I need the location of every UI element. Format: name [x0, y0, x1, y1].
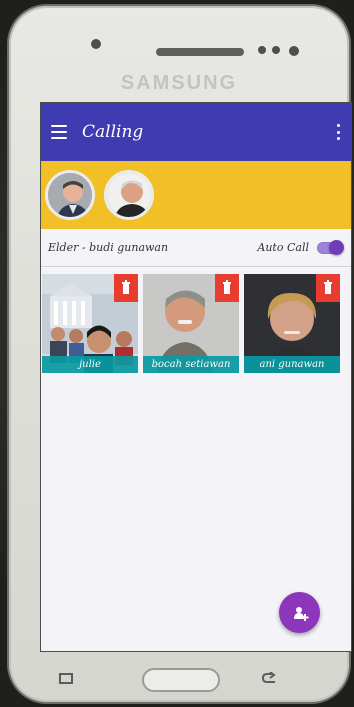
favorite-avatar[interactable] [104, 170, 154, 220]
home-button[interactable] [142, 668, 220, 692]
delete-button[interactable] [215, 274, 239, 302]
contact-card[interactable]: julie [42, 274, 138, 373]
auto-call-toggle[interactable] [317, 239, 344, 255]
contact-name: ani gunawan [244, 356, 340, 373]
contact-grid: julie bocah setiawan ani gunawan [41, 267, 351, 373]
auto-call-label: Auto Call [257, 241, 309, 254]
sensor-dot-icon [258, 46, 266, 54]
contact-card[interactable]: bocah setiawan [143, 274, 239, 373]
favorite-contacts-strip [41, 161, 351, 229]
add-contact-button[interactable] [279, 592, 320, 633]
more-vert-icon[interactable] [335, 124, 341, 140]
favorite-avatar[interactable] [45, 170, 95, 220]
hamburger-menu-icon[interactable] [51, 125, 67, 139]
scene: SAMSUNG Calling Elder - budi gunawan Aut… [0, 0, 354, 707]
contact-name: bocah setiawan [143, 356, 239, 373]
app-bar: Calling [41, 103, 351, 161]
add-contact-icon [293, 606, 308, 621]
speaker-grille [156, 48, 244, 56]
trash-icon [223, 280, 231, 294]
contact-card[interactable]: ani gunawan [244, 274, 340, 373]
elder-status-row: Elder - budi gunawan Auto Call [41, 229, 351, 267]
recent-apps-icon[interactable] [57, 672, 75, 686]
sensor-dot-icon [289, 46, 299, 56]
delete-button[interactable] [114, 274, 138, 302]
delete-button[interactable] [316, 274, 340, 302]
trash-icon [324, 280, 332, 294]
elder-label: Elder - budi gunawan [48, 241, 169, 254]
phone-frame: SAMSUNG Calling Elder - budi gunawan Aut… [9, 6, 352, 702]
app-title: Calling [82, 122, 144, 142]
trash-icon [122, 280, 130, 294]
contact-name: julie [42, 356, 138, 373]
sensor-dot-icon [272, 46, 280, 54]
device-brand: SAMSUNG [120, 72, 238, 94]
back-icon[interactable] [261, 672, 279, 686]
auto-call-control: Auto Call [257, 239, 344, 255]
app-screen: Calling Elder - budi gunawan Auto Call j… [40, 102, 352, 652]
front-camera-icon [91, 39, 101, 49]
